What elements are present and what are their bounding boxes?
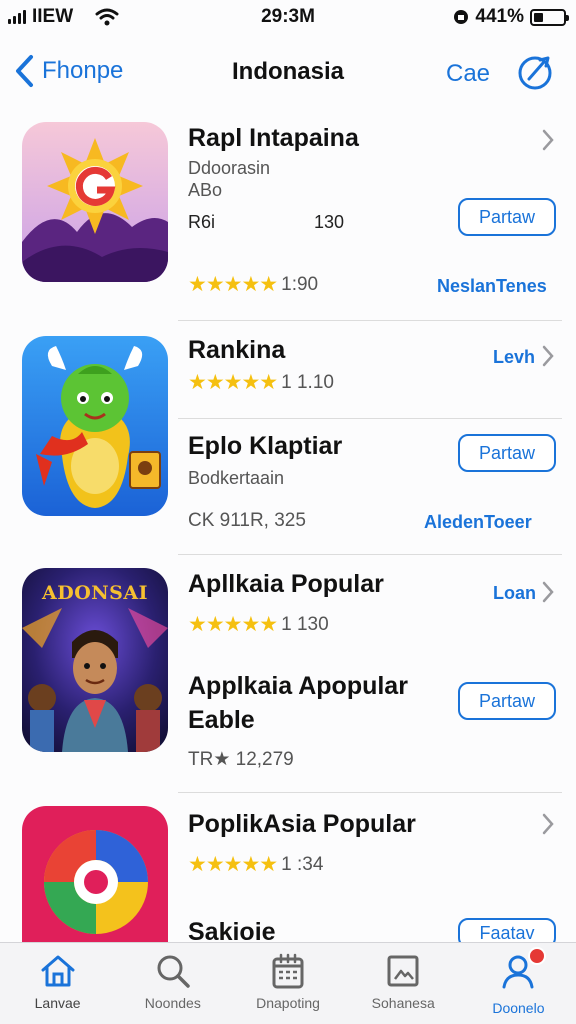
- section-header[interactable]: Apllkaia Popular: [188, 570, 384, 599]
- developer-link[interactable]: AledenToeer: [424, 512, 532, 533]
- search-icon: [157, 955, 190, 988]
- app-subtitle-2: ABo: [188, 180, 223, 200]
- home-icon: [41, 955, 75, 987]
- status-right: 441%: [453, 6, 569, 28]
- get-button[interactable]: Partaw: [458, 682, 556, 720]
- section-header[interactable]: PoplikAsia Popular: [188, 810, 416, 839]
- rating-count: 1 :34: [281, 853, 324, 875]
- tab-calendar[interactable]: Dnapoting: [230, 943, 345, 1024]
- app-meta-right: 130: [314, 212, 345, 232]
- app-meta-left: CK 911R, 325: [188, 510, 306, 531]
- chevron-right-icon[interactable]: [540, 812, 556, 836]
- app-subtitle: Bodkertaain: [188, 468, 285, 488]
- tab-profile[interactable]: Doonelo: [461, 943, 576, 1024]
- developer-link[interactable]: NeslanTenes: [437, 276, 547, 297]
- battery-icon: [530, 8, 569, 26]
- app-icon-game[interactable]: ADONSAI: [22, 568, 168, 752]
- rating-stars: ★★★★★: [188, 371, 278, 394]
- app-icon-swirl[interactable]: [22, 806, 168, 942]
- app-icon-text: ADONSAI: [42, 582, 148, 604]
- app-meta-left: TR★ 12,279: [188, 749, 294, 770]
- chevron-right-icon[interactable]: [540, 580, 556, 604]
- app-meta-left: R6i: [188, 212, 216, 232]
- rating-count: 1 130: [281, 613, 329, 635]
- section-rating: ★★★★★ 1 130: [188, 612, 329, 637]
- back-button[interactable]: Fhonpe: [14, 54, 123, 88]
- rating-stars: ★★★★★: [188, 853, 278, 876]
- notification-badge: [528, 947, 547, 965]
- tab-label: Doonelo: [492, 1000, 545, 1016]
- tab-label: Dnapoting: [256, 995, 320, 1011]
- chevron-right-icon[interactable]: [540, 344, 556, 368]
- battery-percent: 441%: [475, 6, 524, 27]
- app-title[interactable]: Applkaia Apopular: [188, 672, 408, 701]
- get-button[interactable]: Partaw: [458, 434, 556, 472]
- app-title[interactable]: Rapl Intapaina: [188, 124, 359, 153]
- rating-count: 1:90: [281, 273, 319, 295]
- divider: [178, 554, 562, 555]
- app-title[interactable]: Eplo Klaptiar: [188, 432, 342, 461]
- tab-bar: Lanvae Noondes Dnapoting Sohanesa Doonel…: [0, 942, 576, 1024]
- chevron-right-icon[interactable]: [540, 128, 556, 152]
- tab-label: Noondes: [144, 995, 201, 1011]
- rating-count: 1 1.10: [281, 371, 334, 393]
- status-bar: IIEW 29:3M 441%: [0, 0, 576, 34]
- nav-bar: Fhonpe Indonasia Cae: [0, 44, 576, 100]
- tab-gallery[interactable]: Sohanesa: [346, 943, 461, 1024]
- compose-button[interactable]: [516, 54, 554, 97]
- get-button[interactable]: Partaw: [458, 198, 556, 236]
- tab-home[interactable]: Lanvae: [0, 943, 115, 1024]
- calendar-icon: [272, 953, 304, 989]
- app-rating: ★★★★★ 1:90: [188, 272, 318, 297]
- rating-stars: ★★★★★: [188, 613, 278, 636]
- divider: [178, 418, 562, 419]
- divider: [178, 792, 562, 793]
- back-label: Fhonpe: [42, 57, 124, 84]
- tab-label: Lanvae: [34, 995, 81, 1011]
- app-icon-sun[interactable]: [22, 122, 168, 282]
- rating-stars: ★★★★★: [188, 273, 278, 296]
- section-header[interactable]: Rankina: [188, 336, 285, 365]
- app-icon-dragon[interactable]: [22, 336, 168, 516]
- section-rating: ★★★★★ 1 :34: [188, 852, 323, 877]
- app-subtitle: Ddoorasin: [188, 158, 271, 178]
- tab-search[interactable]: Noondes: [115, 943, 230, 1024]
- app-title-line-2: Eable: [188, 706, 255, 734]
- see-all-link[interactable]: Loan: [493, 583, 536, 604]
- see-all-link[interactable]: Levh: [493, 347, 535, 368]
- lock-rotation-icon: [454, 10, 469, 24]
- image-icon: [387, 955, 419, 987]
- nav-action-button[interactable]: Cae: [446, 60, 490, 88]
- divider: [178, 320, 562, 321]
- chevron-left-icon: [16, 55, 33, 87]
- profile-icon-wrap: [498, 947, 547, 996]
- section-rating: ★★★★★ 1 1.10: [188, 370, 334, 395]
- compose-icon: [518, 56, 552, 90]
- tab-label: Sohanesa: [371, 995, 435, 1011]
